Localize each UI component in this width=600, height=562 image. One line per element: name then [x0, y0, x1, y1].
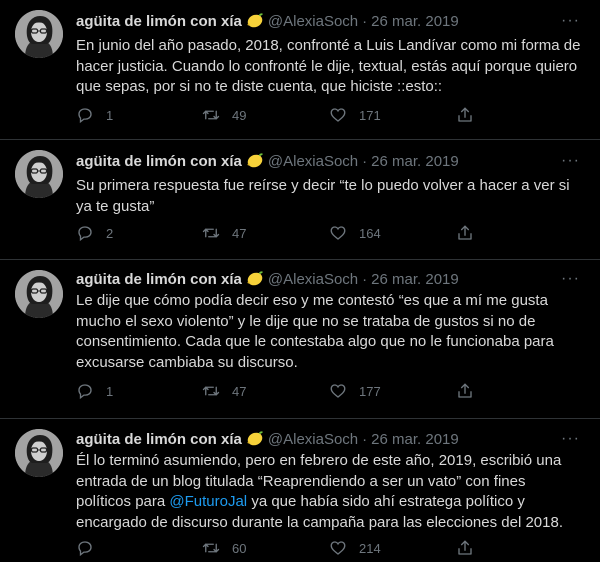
like-button[interactable]: 171	[329, 106, 381, 124]
avatar[interactable]	[15, 270, 63, 318]
avatar[interactable]	[15, 10, 63, 58]
heart-icon	[329, 382, 359, 400]
tweet-date[interactable]: 26 mar. 2019	[371, 271, 459, 288]
tweet-text: Él lo terminó asumiendo, pero en febrero…	[76, 451, 581, 533]
reply-icon	[76, 106, 106, 124]
tweet-text: En junio del año pasado, 2018, confronté…	[76, 37, 581, 95]
share-icon	[456, 382, 486, 400]
reply-button[interactable]: 1	[76, 382, 113, 400]
retweet-icon	[202, 539, 232, 557]
share-button[interactable]	[456, 106, 486, 124]
share-button[interactable]	[456, 224, 486, 242]
separator: ·	[362, 271, 368, 288]
retweet-icon	[202, 106, 232, 124]
tweet-header: agüita de limón con xía @AlexiaSoch · 26 ma…	[76, 12, 459, 32]
lemon-emoji	[246, 430, 264, 450]
tweet-date[interactable]: 26 mar. 2019	[371, 431, 459, 448]
reply-button[interactable]: 1	[76, 106, 113, 124]
reply-button[interactable]	[76, 539, 106, 557]
lemon-emoji	[246, 12, 264, 32]
reply-button[interactable]: 2	[76, 224, 113, 242]
like-button[interactable]: 164	[329, 224, 381, 242]
heart-icon	[329, 106, 359, 124]
retweet-count: 49	[232, 107, 247, 123]
mention-link[interactable]: @FuturoJal	[169, 493, 247, 510]
heart-icon	[329, 539, 359, 557]
retweet-count: 47	[232, 383, 247, 399]
reply-count: 2	[106, 225, 114, 241]
user-handle[interactable]: @AlexiaSoch	[268, 13, 358, 30]
share-button[interactable]	[456, 382, 486, 400]
tweet-actions: 2 47 164	[76, 224, 581, 246]
separator: ·	[362, 153, 368, 170]
avatar[interactable]	[15, 429, 63, 477]
like-button[interactable]: 214	[329, 539, 381, 557]
display-name[interactable]: agüita de limón con xía	[76, 153, 242, 170]
tweet-header: agüita de limón con xía @AlexiaSoch · 26 ma…	[76, 270, 459, 290]
separator: ·	[362, 13, 368, 30]
tweet-actions: 60 214	[76, 539, 581, 561]
reply-count: 1	[106, 383, 114, 399]
more-icon[interactable]: ···	[561, 12, 580, 30]
retweet-count: 60	[232, 540, 247, 556]
reply-count: 1	[106, 107, 114, 123]
share-button[interactable]	[456, 539, 486, 557]
lemon-emoji	[246, 152, 264, 172]
user-handle[interactable]: @AlexiaSoch	[268, 271, 358, 288]
display-name[interactable]: agüita de limón con xía	[76, 13, 242, 30]
tweet-text: Su primera respuesta fue reírse y decir …	[76, 177, 570, 215]
tweet-actions: 1 47 177	[76, 382, 581, 404]
retweet-button[interactable]: 47	[202, 382, 246, 400]
heart-icon	[329, 224, 359, 242]
reply-icon	[76, 539, 106, 557]
user-handle[interactable]: @AlexiaSoch	[268, 431, 358, 448]
retweet-button[interactable]: 60	[202, 539, 246, 557]
like-button[interactable]: 177	[329, 382, 381, 400]
tweet[interactable]: agüita de limón con xía @AlexiaSoch · 26 ma…	[0, 0, 600, 140]
tweet-text: Le dije que cómo podía decir eso y me co…	[76, 292, 554, 371]
tweet-header: agüita de limón con xía @AlexiaSoch · 26 ma…	[76, 152, 459, 172]
user-handle[interactable]: @AlexiaSoch	[268, 153, 358, 170]
separator: ·	[362, 431, 368, 448]
share-icon	[456, 224, 486, 242]
tweet-date[interactable]: 26 mar. 2019	[371, 153, 459, 170]
retweet-button[interactable]: 49	[202, 106, 246, 124]
tweet[interactable]: agüita de limón con xía @AlexiaSoch · 26 ma…	[0, 260, 600, 419]
display-name[interactable]: agüita de limón con xía	[76, 271, 242, 288]
avatar[interactable]	[15, 150, 63, 198]
tweet[interactable]: agüita de limón con xía @AlexiaSoch · 26 ma…	[0, 419, 600, 562]
more-icon[interactable]: ···	[561, 270, 580, 288]
tweet-date[interactable]: 26 mar. 2019	[371, 13, 459, 30]
like-count: 177	[359, 383, 381, 399]
more-icon[interactable]: ···	[561, 152, 580, 170]
like-count: 171	[359, 107, 381, 123]
share-icon	[456, 539, 486, 557]
retweet-count: 47	[232, 225, 247, 241]
reply-icon	[76, 224, 106, 242]
share-icon	[456, 106, 486, 124]
display-name[interactable]: agüita de limón con xía	[76, 431, 242, 448]
tweet-header: agüita de limón con xía @AlexiaSoch · 26 ma…	[76, 430, 459, 450]
retweet-button[interactable]: 47	[202, 224, 246, 242]
like-count: 214	[359, 540, 381, 556]
like-count: 164	[359, 225, 381, 241]
more-icon[interactable]: ···	[561, 430, 580, 448]
tweet-actions: 1 49 171	[76, 106, 581, 128]
lemon-emoji	[246, 270, 264, 290]
retweet-icon	[202, 382, 232, 400]
reply-icon	[76, 382, 106, 400]
retweet-icon	[202, 224, 232, 242]
tweet[interactable]: agüita de limón con xía @AlexiaSoch · 26 ma…	[0, 140, 600, 260]
